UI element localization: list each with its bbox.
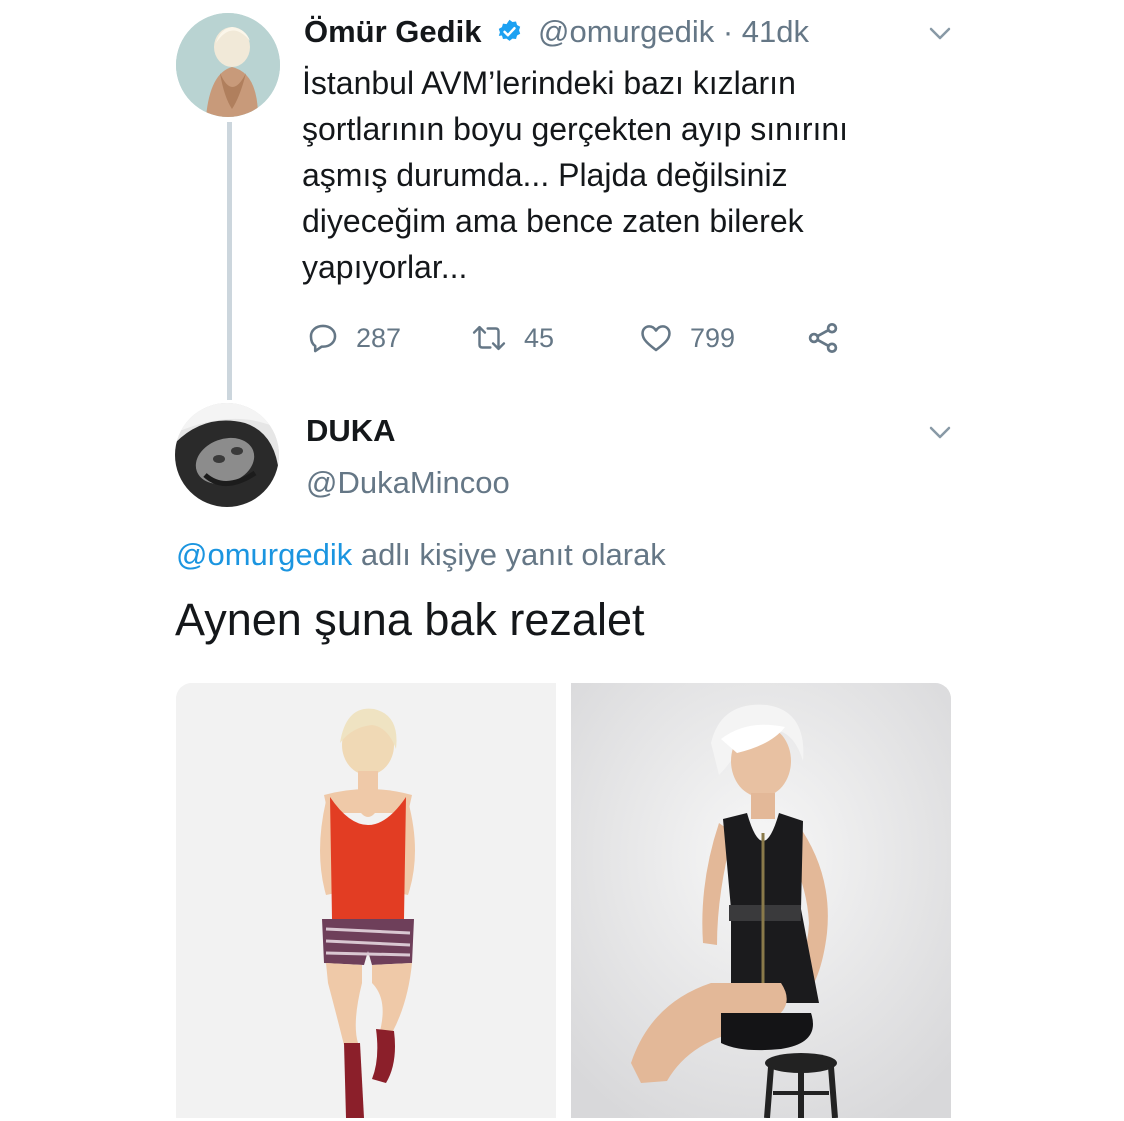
author-avatar[interactable]: [176, 13, 280, 117]
heart-icon: [641, 325, 671, 352]
tweet-time[interactable]: · 41dk: [723, 14, 809, 49]
reply-icon: [309, 324, 337, 353]
thread-line: [227, 122, 232, 400]
retweet-button[interactable]: 45: [470, 318, 554, 358]
reply-text: Aynen şuna bak rezalet: [175, 594, 645, 645]
author-handle-time[interactable]: @omurgedik · 41dk: [538, 12, 809, 52]
share-button[interactable]: [805, 318, 841, 358]
chevron-down-icon[interactable]: [929, 426, 951, 440]
replying-to: @omurgedik adlı kişiye yanıt olarak: [176, 535, 666, 575]
like-count: 799: [690, 322, 736, 353]
avatar-image: [176, 13, 280, 117]
author-name[interactable]: Ömür Gedik: [304, 12, 481, 52]
retweet-icon: [472, 325, 506, 351]
share-icon: [808, 323, 838, 353]
retweet-count: 45: [524, 322, 555, 353]
media-photo-left[interactable]: [176, 683, 556, 1118]
reply-author-avatar[interactable]: [175, 403, 279, 507]
reply-author-name[interactable]: DUKA: [306, 411, 396, 451]
media-photo-right[interactable]: [571, 683, 951, 1118]
like-button[interactable]: 799: [638, 318, 735, 358]
verified-badge-icon: [498, 19, 521, 41]
tweet-text: İstanbul AVM’lerindeki bazı kızların şor…: [302, 65, 849, 285]
replying-suffix: adlı kişiye yanıt olarak: [352, 537, 666, 572]
reply-author-handle[interactable]: @DukaMincoo: [306, 463, 510, 503]
photo-image: [571, 683, 951, 1118]
reply-button[interactable]: 287: [306, 318, 401, 358]
chevron-down-icon[interactable]: [929, 27, 951, 41]
reply-count: 287: [356, 322, 402, 353]
photo-image: [176, 683, 556, 1118]
avatar-image: [175, 403, 279, 507]
replying-mention-link[interactable]: @omurgedik: [176, 537, 352, 572]
author-handle[interactable]: @omurgedik: [538, 14, 714, 49]
